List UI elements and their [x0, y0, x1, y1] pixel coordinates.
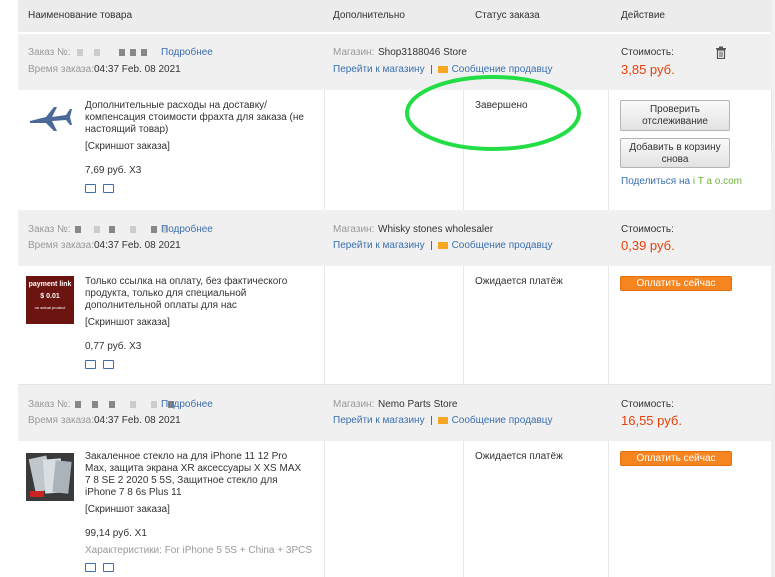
- order-cost: 0,39 руб.: [621, 238, 675, 253]
- order-time: 04:37 Feb. 08 2021: [94, 240, 181, 251]
- store-label: Магазин:: [333, 47, 375, 58]
- product-title[interactable]: Дополнительные расходы на доставку/ комп…: [85, 100, 305, 136]
- store-label: Магазин:: [333, 399, 375, 410]
- order-card-1: Заказ №: Подробнее Время заказа: 04:37 F…: [18, 34, 772, 211]
- order-cost: 3,85 руб.: [621, 62, 675, 77]
- order-card-2: Заказ №: Подробнее Время заказа: 04:37 F…: [18, 210, 772, 386]
- cost-label: Стоимость:: [621, 399, 674, 410]
- price-quantity: 7,69 руб. X3: [85, 165, 142, 176]
- store-links: Перейти к магазину Сообщение продавцу: [333, 240, 553, 251]
- order-item-row: Закаленное стекло на для iPhone 11 12 Pr…: [18, 441, 772, 577]
- item-action-icons: [85, 562, 121, 573]
- header-action: Действие: [621, 10, 665, 21]
- order-number: Заказ №:: [28, 224, 173, 235]
- return-icon[interactable]: [103, 562, 114, 572]
- glass-product-thumbnail[interactable]: [26, 453, 74, 501]
- price-quantity: 99,14 руб. X1: [85, 528, 147, 539]
- cost-label: Стоимость:: [621, 224, 674, 235]
- price-quantity: 0,77 руб. X3: [85, 341, 142, 352]
- header-product: Наименование товара: [28, 10, 133, 21]
- header-extra: Дополнительно: [333, 10, 405, 21]
- order-time: 04:37 Feb. 08 2021: [94, 64, 181, 75]
- order-status: Ожидается платёж: [475, 276, 563, 287]
- trash-icon[interactable]: [715, 46, 727, 62]
- order-time-label: Время заказа:: [28, 240, 94, 251]
- store-name: Nemo Parts Store: [378, 399, 458, 410]
- share-link[interactable]: Поделиться на i T a o.com: [621, 176, 742, 187]
- order-details-link[interactable]: Подробнее: [161, 399, 213, 410]
- add-to-cart-again-button[interactable]: Добавить в корзину снова: [620, 138, 730, 168]
- order-time: 04:37 Feb. 08 2021: [94, 415, 181, 426]
- order-number: Заказ №:: [28, 47, 152, 58]
- order-header: Заказ №: Подробнее Время заказа: 04:37 F…: [18, 210, 772, 266]
- order-header: Заказ №: Подробнее Время заказа: 04:37 F…: [18, 34, 772, 90]
- track-button[interactable]: Проверить отслеживание: [620, 100, 730, 131]
- table-header: Наименование товара Дополнительно Статус…: [18, 0, 772, 32]
- message-seller-link[interactable]: Сообщение продавцу: [452, 240, 553, 251]
- message-seller-link[interactable]: Сообщение продавцу: [452, 415, 553, 426]
- order-card-3: Заказ №: Подробнее Время заказа: 04:37 F…: [18, 385, 772, 577]
- envelope-icon: [437, 416, 448, 424]
- screenshot-link[interactable]: [Скриншот заказа]: [85, 504, 170, 515]
- truck-icon[interactable]: [85, 359, 96, 369]
- characteristics: Характеристики: For iPhone 5 5S + China …: [85, 545, 313, 556]
- pay-now-button[interactable]: Оплатить сейчас: [620, 451, 732, 466]
- airplane-icon: [26, 95, 74, 143]
- screenshot-link[interactable]: [Скриншот заказа]: [85, 141, 170, 152]
- envelope-icon: [437, 241, 448, 249]
- payment-link-thumbnail[interactable]: payment link $ 0.01 no actual product: [26, 276, 74, 324]
- go-to-store-link[interactable]: Перейти к магазину: [333, 415, 425, 426]
- order-number: Заказ №:: [28, 399, 179, 410]
- store-label: Магазин:: [333, 224, 375, 235]
- order-details-link[interactable]: Подробнее: [161, 47, 213, 58]
- order-header: Заказ №: Подробнее Время заказа: 04:37 F…: [18, 385, 772, 441]
- page-background-strip: [771, 150, 775, 577]
- pay-now-button[interactable]: Оплатить сейчас: [620, 276, 732, 291]
- return-icon[interactable]: [103, 359, 114, 369]
- product-title[interactable]: Только ссылка на оплату, без фактическог…: [85, 276, 305, 312]
- store-links: Перейти к магазину Сообщение продавцу: [333, 415, 553, 426]
- order-time-label: Время заказа:: [28, 415, 94, 426]
- screenshot-link[interactable]: [Скриншот заказа]: [85, 317, 170, 328]
- header-status: Статус заказа: [475, 10, 540, 21]
- item-action-icons: [85, 183, 121, 194]
- cost-label: Стоимость:: [621, 47, 674, 58]
- orders-panel: Наименование товара Дополнительно Статус…: [0, 0, 772, 577]
- return-icon[interactable]: [103, 183, 114, 193]
- truck-icon[interactable]: [85, 183, 96, 193]
- store-name: Whisky stones wholesaler: [378, 224, 494, 235]
- order-item-row: Дополнительные расходы на доставку/ комп…: [18, 90, 772, 211]
- item-action-icons: [85, 359, 121, 370]
- product-thumbnail[interactable]: [26, 95, 74, 143]
- order-item-row: payment link $ 0.01 no actual product То…: [18, 266, 772, 385]
- go-to-store-link[interactable]: Перейти к магазину: [333, 240, 425, 251]
- order-details-link[interactable]: Подробнее: [161, 224, 213, 235]
- order-time-label: Время заказа:: [28, 64, 94, 75]
- truck-icon[interactable]: [85, 562, 96, 572]
- order-cost: 16,55 руб.: [621, 413, 682, 428]
- highlight-circle: [405, 75, 581, 151]
- order-status: Ожидается платёж: [475, 451, 563, 462]
- store-name: Shop3188046 Store: [378, 47, 467, 58]
- product-title[interactable]: Закаленное стекло на для iPhone 11 12 Pr…: [85, 451, 305, 499]
